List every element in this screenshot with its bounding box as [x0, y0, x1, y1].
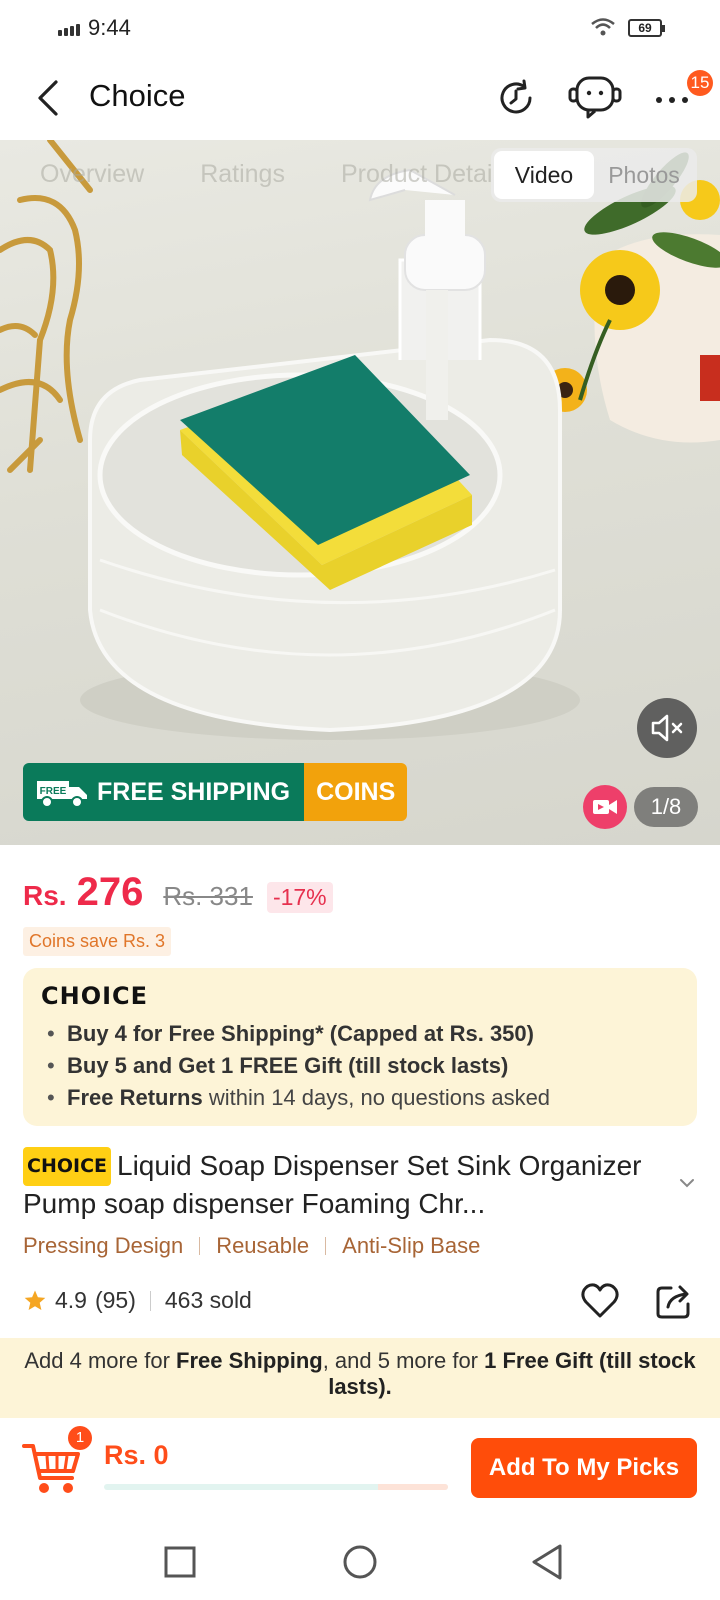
- benefit-text: Buy 5 and Get 1 FREE Gift (till stock la…: [67, 1053, 509, 1078]
- benefits-list: Buy 4 for Free Shipping* (Capped at Rs. …: [41, 1018, 679, 1114]
- share-icon[interactable]: [654, 1282, 692, 1320]
- promo-text: , and 5 more for: [322, 1348, 485, 1373]
- cart-progress-bar: [104, 1484, 448, 1490]
- support-icon[interactable]: [568, 74, 622, 120]
- app-header: Choice 15: [0, 56, 720, 140]
- divider: [199, 1237, 201, 1255]
- benefit-item: Free Returns within 14 days, no question…: [41, 1082, 679, 1114]
- benefit-text: Buy 4 for Free Shipping* (Capped at Rs. …: [67, 1021, 534, 1046]
- wifi-icon: [591, 18, 615, 36]
- benefit-text-bold: Free Returns: [67, 1085, 203, 1110]
- media-toggle: Video Photos: [491, 148, 697, 202]
- rating-value: 4.9: [55, 1287, 87, 1313]
- battery-indicator: 69: [628, 19, 665, 37]
- tab-video[interactable]: Video: [494, 151, 594, 199]
- choice-logo: CHOICE: [41, 982, 149, 1010]
- price-value: 276: [76, 870, 144, 914]
- product-image: [0, 140, 720, 740]
- sold-count: 463 sold: [164, 1287, 252, 1313]
- notification-badge: 15: [687, 70, 713, 96]
- status-time: 9:44: [88, 15, 131, 40]
- cart-count-badge: 1: [68, 1426, 92, 1450]
- media-counter: 1/8: [634, 787, 698, 827]
- progress-track-end: [378, 1484, 448, 1490]
- add-to-picks-button[interactable]: Add To My Picks: [471, 1438, 697, 1498]
- feature-tags: Pressing Design Reusable Anti-Slip Base: [23, 1233, 480, 1259]
- choice-tag: CHOICE: [23, 1147, 111, 1186]
- price-currency: Rs.: [23, 880, 67, 911]
- free-shipping-banner: FREE FREE SHIPPING COINS: [23, 763, 408, 821]
- history-icon[interactable]: [496, 78, 536, 118]
- back-nav-button[interactable]: [528, 1542, 568, 1582]
- more-icon[interactable]: [652, 78, 692, 118]
- product-title-text: Liquid Soap Dispenser Set Sink Organizer…: [23, 1150, 642, 1219]
- original-price: Rs. 331: [163, 881, 253, 911]
- feature-tag: Anti-Slip Base: [342, 1233, 481, 1258]
- product-title[interactable]: CHOICE Liquid Soap Dispenser Set Sink Org…: [23, 1147, 663, 1221]
- video-icon: [593, 800, 617, 814]
- discount-badge: -17%: [266, 882, 333, 913]
- price-row: Rs. 276 Rs. 331 -17%: [23, 870, 333, 915]
- ghost-tab: Product Details: [340, 160, 511, 188]
- free-shipping-text: FREE SHIPPING: [97, 777, 291, 806]
- mute-button[interactable]: [637, 698, 697, 758]
- promo-text: Add 4 more for: [24, 1348, 177, 1373]
- system-nav-bar: [0, 1530, 720, 1600]
- coins-save-badge: Coins save Rs. 3: [23, 927, 172, 956]
- divider: [325, 1237, 327, 1255]
- benefit-item: Buy 4 for Free Shipping* (Capped at Rs. …: [41, 1018, 679, 1050]
- section-tabs-ghost: Overview Ratings Product Details: [40, 160, 510, 189]
- chevron-down-icon[interactable]: [676, 1172, 698, 1194]
- ghost-tab: Ratings: [200, 160, 285, 188]
- feature-tag: Reusable: [216, 1233, 310, 1258]
- benefit-item: Buy 5 and Get 1 FREE Gift (till stock la…: [41, 1050, 679, 1082]
- tab-photos[interactable]: Photos: [594, 151, 694, 199]
- page-title: Choice: [89, 78, 186, 113]
- mute-icon: [651, 714, 683, 742]
- signal-icon: [58, 24, 80, 36]
- cart-bar: 1 Rs. 0 Add To My Picks: [0, 1418, 720, 1530]
- heart-icon[interactable]: [580, 1281, 620, 1321]
- home-button[interactable]: [340, 1542, 380, 1582]
- choice-benefits[interactable]: CHOICE Buy 4 for Free Shipping* (Capped …: [23, 968, 697, 1126]
- benefit-text: within 14 days, no questions asked: [202, 1085, 551, 1110]
- promo-bold: Free Shipping: [176, 1348, 323, 1373]
- feature-tag: Pressing Design: [23, 1233, 184, 1258]
- truck-icon: FREE: [37, 781, 87, 808]
- product-media-carousel[interactable]: Overview Ratings Product Details Video P…: [0, 140, 720, 845]
- free-tag: FREE: [40, 786, 67, 797]
- recents-button[interactable]: [160, 1542, 200, 1582]
- video-button[interactable]: [583, 785, 627, 829]
- back-icon[interactable]: [30, 78, 70, 118]
- star-icon: [24, 1290, 46, 1310]
- divider: [149, 1290, 151, 1311]
- rating-row[interactable]: 4.9 (95) 463 sold: [23, 1287, 252, 1314]
- cart-total: Rs. 0: [104, 1440, 169, 1470]
- promo-strip: Add 4 more for Free Shipping, and 5 more…: [0, 1338, 720, 1418]
- free-shipping-label: FREE FREE SHIPPING: [23, 763, 305, 821]
- coins-label: COINS: [304, 763, 408, 821]
- status-bar: 9:44 69: [0, 0, 720, 56]
- review-count: (95): [94, 1287, 136, 1313]
- ghost-tab: Overview: [40, 160, 145, 188]
